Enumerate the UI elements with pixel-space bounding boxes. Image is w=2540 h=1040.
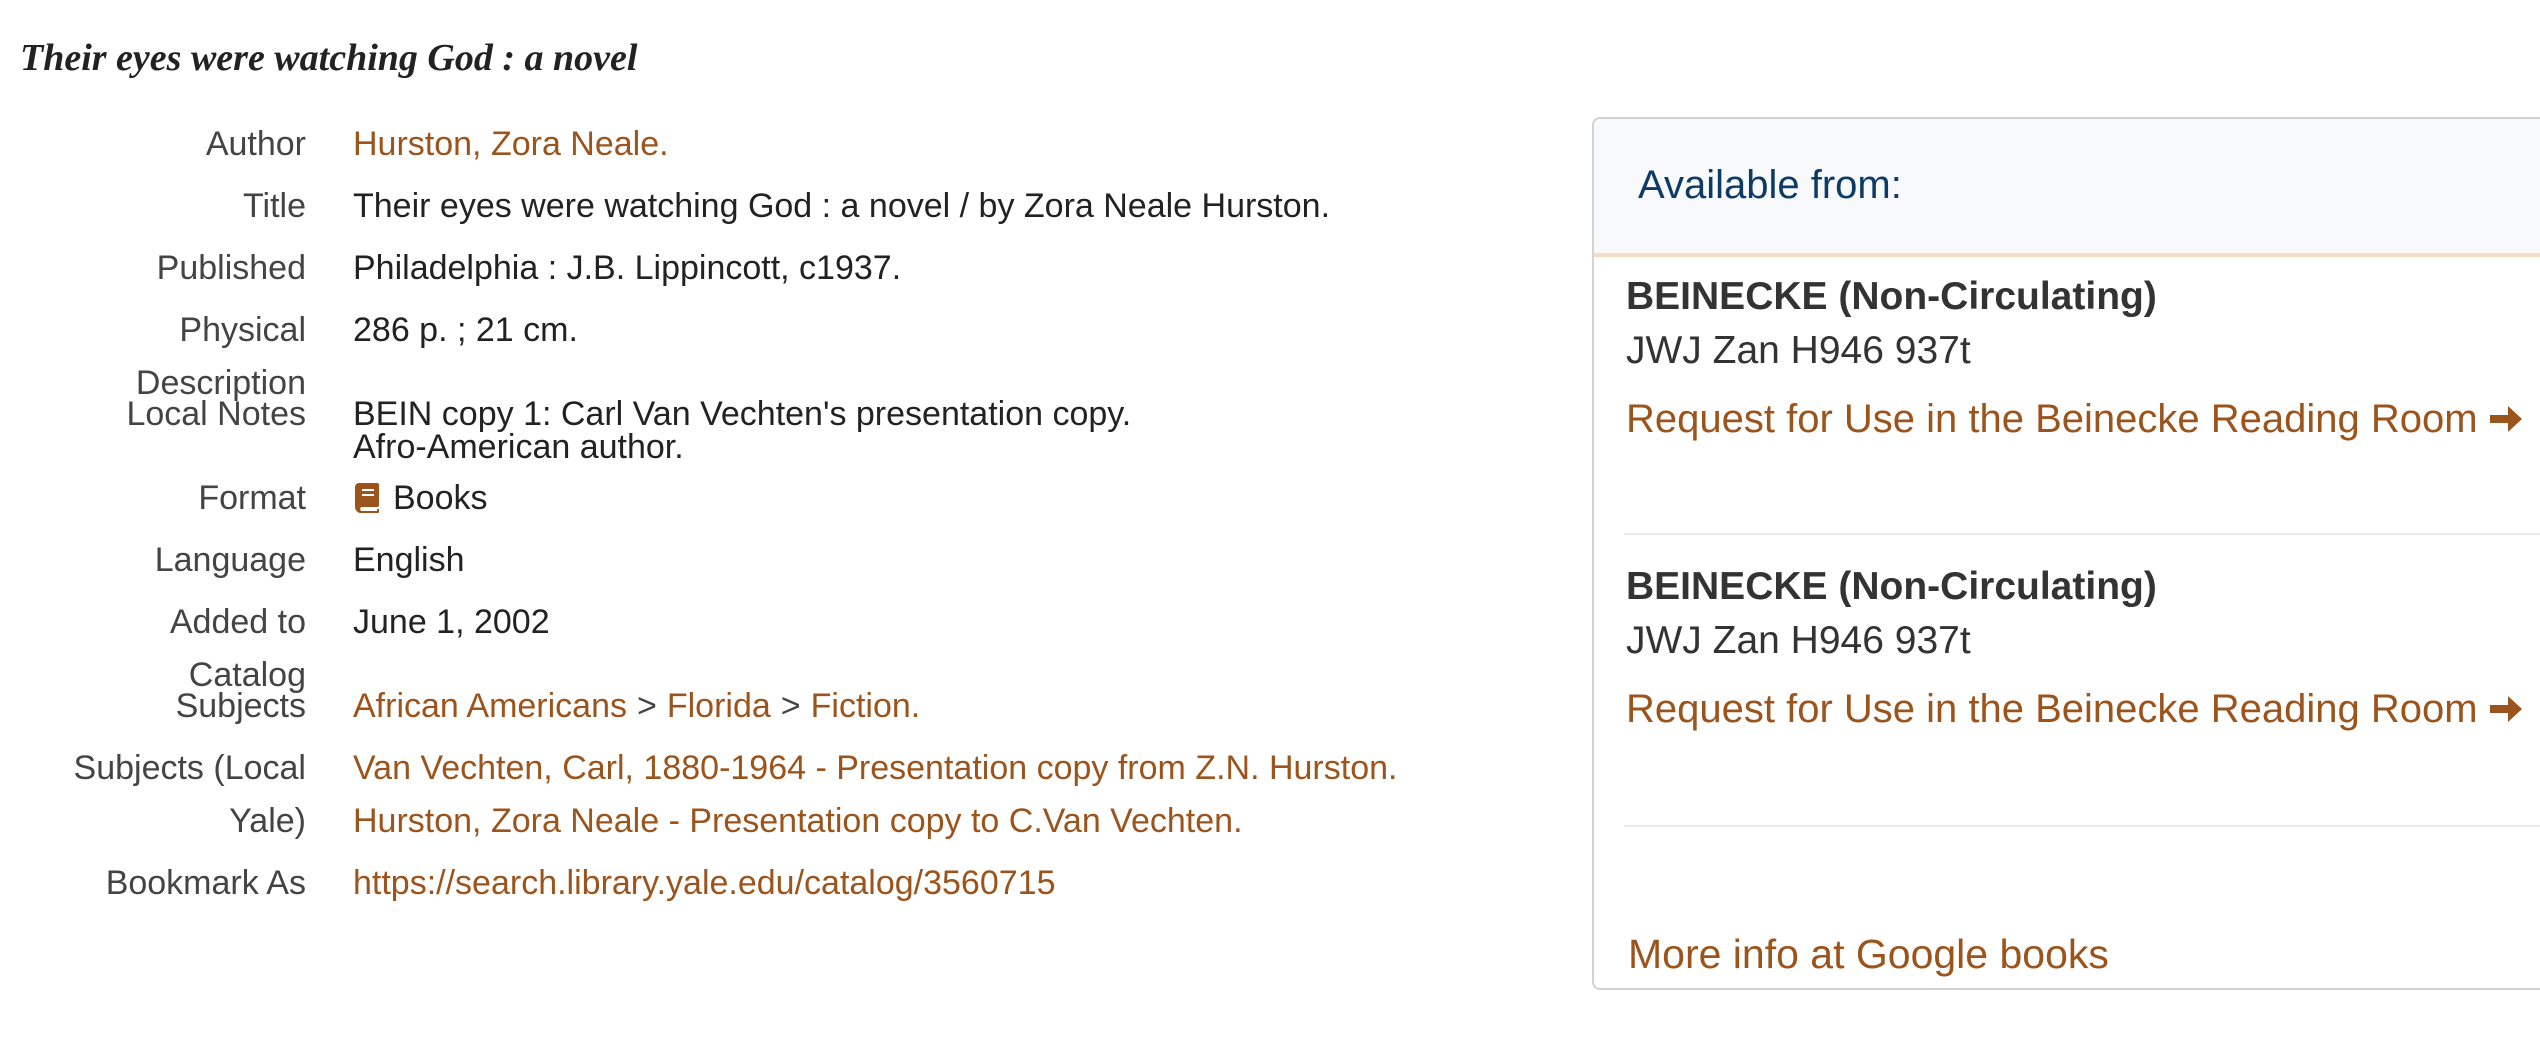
request-reading-room-link[interactable]: Request for Use in the Beinecke Reading … <box>1626 397 2524 442</box>
physical-label-line1: Physical <box>179 311 306 349</box>
subject-local-link-1[interactable]: Van Vechten, Carl, 1880-1964 - Presentat… <box>353 742 1560 795</box>
holding-location: BEINECKE (Non-Circulating) <box>1626 275 2157 318</box>
bookmark-link[interactable]: https://search.library.yale.edu/catalog/… <box>353 857 1560 910</box>
bookmark-label: Bookmark As <box>105 864 306 902</box>
google-books-link[interactable]: More info at Google books <box>1628 931 2109 978</box>
field-author: Author Hurston, Zora Neale. <box>0 118 1560 171</box>
author-link[interactable]: Hurston, Zora Neale. <box>353 125 669 163</box>
arrow-right-icon <box>2489 696 2522 722</box>
subjects-local-label: Subjects (Local Yale) <box>0 742 306 848</box>
holding-call-number: JWJ Zan H946 937t <box>1626 329 1971 372</box>
arrow-right-icon <box>2489 406 2522 432</box>
subject-link-fiction[interactable]: Fiction. <box>811 687 921 725</box>
title-label: Title <box>243 187 306 225</box>
holding-location: BEINECKE (Non-Circulating) <box>1626 565 2157 608</box>
added-label-line1: Added to <box>169 603 306 641</box>
subject-separator: > <box>780 687 801 725</box>
subject-local-link-2[interactable]: Hurston, Zora Neale - Presentation copy … <box>353 795 1560 848</box>
holding-divider <box>1624 533 2540 535</box>
availability-header-text: Available from: <box>1638 163 1902 207</box>
field-language: Language English <box>0 534 1560 587</box>
availability-panel: Available from: BEINECKE (Non-Circulatin… <box>1592 117 2540 990</box>
field-local-notes: Local Notes BEIN copy 1: Carl Van Vechte… <box>0 388 1560 474</box>
author-label: Author <box>205 125 306 163</box>
subjects-local-label-line2: Yale) <box>229 802 306 840</box>
published-value: Philadelphia : J.B. Lippincott, c1937. <box>353 249 902 287</box>
holding-divider <box>1624 825 2540 827</box>
field-subjects: Subjects African Americans > Florida > Ficti… <box>0 680 1560 733</box>
subject-link-african-americans[interactable]: African Americans <box>353 687 627 725</box>
request-label: Request for Use in the Beinecke Reading … <box>1626 397 2478 441</box>
request-label: Request for Use in the Beinecke Reading … <box>1626 687 2478 731</box>
book-icon <box>355 483 379 513</box>
language-value: English <box>353 541 465 579</box>
record-title: Their eyes were watching God : a novel <box>20 37 638 79</box>
field-title: Title Their eyes were watching God : a n… <box>0 180 1560 233</box>
format-label: Format <box>198 479 306 517</box>
local-notes-label: Local Notes <box>126 395 306 433</box>
field-published: Published Philadelphia : J.B. Lippincott… <box>0 242 1560 295</box>
holding-2: BEINECKE (Non-Circulating) JWJ Zan H946 … <box>1626 565 2540 732</box>
subjects-local-label-line1: Subjects (Local <box>73 749 306 787</box>
format-value: Books <box>393 479 488 517</box>
availability-header: Available from: <box>1594 119 2540 257</box>
published-label: Published <box>156 249 306 287</box>
title-value: Their eyes were watching God : a novel /… <box>353 187 1331 225</box>
added-value: June 1, 2002 <box>353 603 550 641</box>
holding-1: BEINECKE (Non-Circulating) JWJ Zan H946 … <box>1626 275 2540 442</box>
subjects-label: Subjects <box>175 687 306 725</box>
field-bookmark: Bookmark As https://search.library.yale.… <box>0 857 1560 910</box>
physical-description-value: 286 p. ; 21 cm. <box>353 311 578 349</box>
field-format: Format Books <box>0 472 1560 525</box>
subject-link-florida[interactable]: Florida <box>667 687 771 725</box>
record-details: Author Hurston, Zora Neale. Title Their … <box>0 118 1560 910</box>
subject-separator: > <box>637 687 657 725</box>
holding-call-number: JWJ Zan H946 937t <box>1626 619 1971 662</box>
field-subjects-local: Subjects (Local Yale) Van Vechten, Carl,… <box>0 742 1560 848</box>
request-reading-room-link[interactable]: Request for Use in the Beinecke Reading … <box>1626 687 2524 732</box>
language-label: Language <box>154 541 306 579</box>
